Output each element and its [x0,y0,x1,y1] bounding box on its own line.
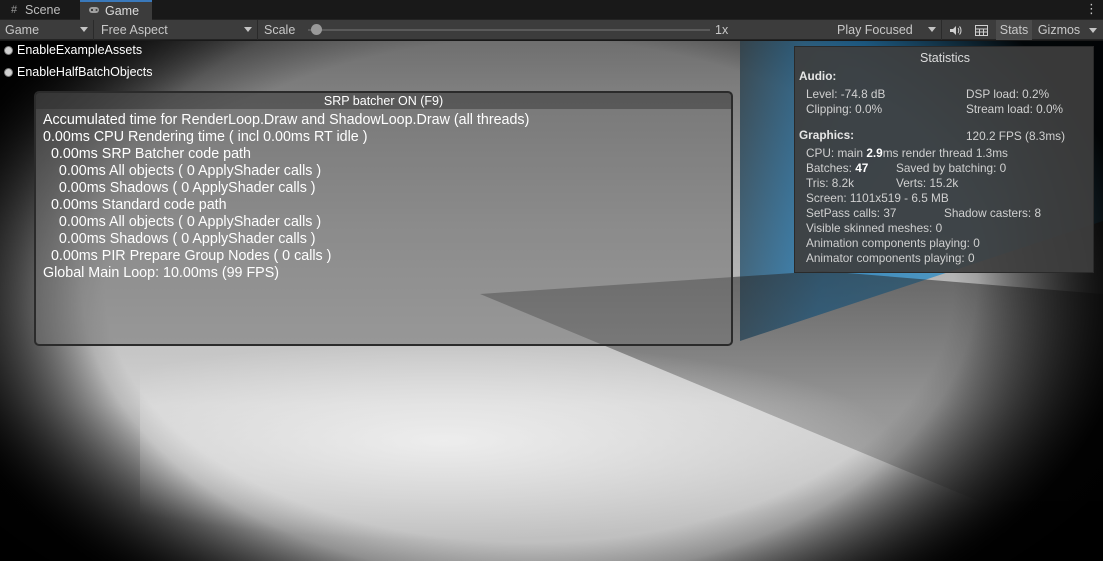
stats-button[interactable]: Stats [996,20,1032,40]
toggle-label: EnableExampleAssets [17,43,143,57]
play-mode-dropdown[interactable]: Play Focused [832,20,942,40]
srp-line: 0.00ms Shadows ( 0 ApplyShader calls ) [43,231,316,247]
batches-prefix: Batches: [806,161,856,175]
cpu-time: CPU: main 2.9ms render thread 1.3ms [806,146,1008,160]
toggle-enable-half-batch-objects[interactable]: EnableHalfBatchObjects [4,65,153,79]
toggle-enable-example-assets[interactable]: EnableExampleAssets [4,43,142,57]
srp-line: 0.00ms PIR Prepare Group Nodes ( 0 calls… [43,248,332,264]
gamepad-icon [88,5,100,17]
shadow-casters: Shadow casters: 8 [944,206,1042,220]
chevron-down-icon [1089,27,1097,33]
batches-value: 47 [855,161,869,175]
tab-scene-label: Scene [25,3,61,17]
animation-components: Animation components playing: 0 [806,236,980,250]
cpu-main-value: 2.9 [866,146,883,160]
tab-game[interactable]: Game [80,0,152,20]
tris: Tris: 8.2k [806,176,855,190]
srp-line: 0.00ms SRP Batcher code path [43,146,251,162]
scale-slider-handle[interactable] [311,24,323,35]
srp-line: 0.00ms All objects ( 0 ApplyShader calls… [43,214,322,230]
saved-by-batching: Saved by batching: 0 [896,161,1007,175]
scale-control: Scale 1x [258,20,728,40]
scale-slider-track[interactable] [308,29,710,31]
dsp-load: DSP load: 0.2% [966,87,1050,101]
srp-line: 0.00ms All objects ( 0 ApplyShader calls… [43,163,322,179]
srp-line: 0.00ms CPU Rendering time ( incl 0.00ms … [43,129,368,145]
tab-scene[interactable]: # Scene [0,0,78,20]
audio-heading: Audio: [799,69,837,83]
scale-label: Scale [264,23,296,37]
grid-icon: # [10,4,18,16]
speaker-icon [949,25,961,35]
layout-button[interactable] [968,20,994,40]
batches: Batches: 47 [806,161,868,175]
srp-batcher-title: SRP batcher ON (F9) [36,93,731,109]
gizmos-dropdown-button[interactable] [1085,20,1101,40]
srp-batcher-panel: SRP batcher ON (F9) Accumulated time for… [34,91,733,346]
srp-line: Accumulated time for RenderLoop.Draw and… [43,112,530,128]
srp-line: Global Main Loop: 10.00ms (99 FPS) [43,265,280,281]
chevron-down-icon [80,27,88,32]
srp-line: 0.00ms Standard code path [43,197,227,213]
statistics-panel: Statistics Audio: Level: -74.8 dB DSP lo… [794,46,1094,273]
aspect-dropdown-label: Free Aspect [101,23,168,37]
display-dropdown[interactable]: Game [0,20,94,40]
fps-readout: 120.2 FPS (8.3ms) [966,129,1066,143]
cpu-suffix: ms render thread 1.3ms [882,146,1008,160]
toggle-label: EnableHalfBatchObjects [17,65,153,79]
graphics-heading: Graphics: [799,128,855,142]
verts: Verts: 15.2k [896,176,959,190]
chevron-down-icon [928,27,936,32]
scale-value: 1x [715,23,729,37]
toggle-checkbox[interactable] [4,67,13,77]
play-mode-label: Play Focused [837,23,913,37]
statistics-title: Statistics [919,51,970,65]
more-options-icon[interactable]: ⋮ [1085,2,1098,16]
screen-info: Screen: 1101x519 - 6.5 MB [806,191,949,205]
cpu-prefix: CPU: main [806,146,867,160]
gizmos-button[interactable]: Gizmos [1034,20,1084,40]
display-dropdown-label: Game [5,23,40,37]
game-toolbar: Game Free Aspect Scale 1x Play Focused S… [0,20,1103,40]
audio-clipping: Clipping: 0.0% [806,102,883,116]
audio-level: Level: -74.8 dB [806,87,886,101]
toggle-checkbox[interactable] [4,45,13,55]
tab-game-label: Game [105,4,140,18]
srp-line: 0.00ms Shadows ( 0 ApplyShader calls ) [43,180,316,196]
mute-audio-button[interactable] [944,20,966,40]
setpass-calls: SetPass calls: 37 [806,206,897,220]
layout-grid-icon [974,24,988,36]
stream-load: Stream load: 0.0% [966,102,1064,116]
chevron-down-icon [244,27,252,32]
animator-components: Animator components playing: 0 [806,251,975,265]
aspect-dropdown[interactable]: Free Aspect [96,20,258,40]
tab-bar: # Scene Game ⋮ [0,0,1103,20]
visible-skinned-meshes: Visible skinned meshes: 0 [806,221,943,235]
